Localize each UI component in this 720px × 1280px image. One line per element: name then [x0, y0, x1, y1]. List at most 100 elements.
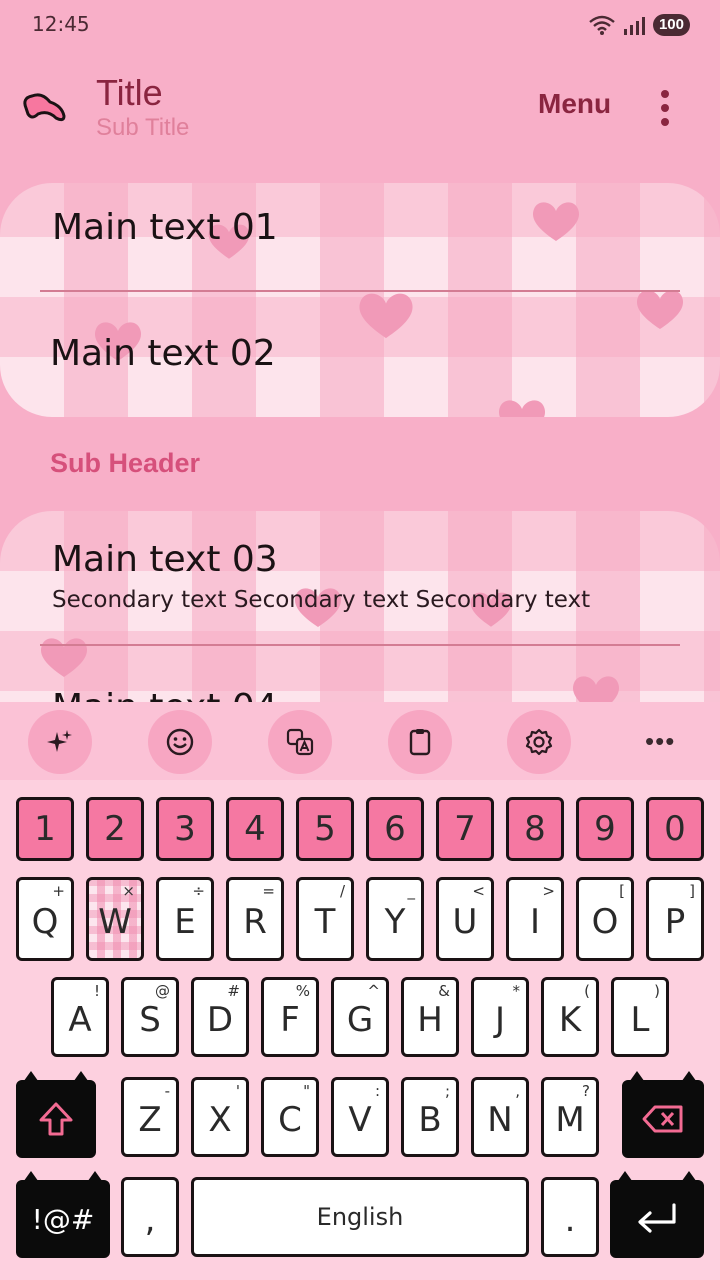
key-label: U [452, 902, 478, 942]
key-a[interactable]: ! A [51, 977, 109, 1057]
key-q[interactable]: + Q [16, 877, 74, 961]
key-9[interactable]: 9 [576, 797, 634, 861]
clipboard-icon [409, 729, 431, 756]
key-j[interactable]: * J [471, 977, 529, 1057]
key-l[interactable]: ) L [611, 977, 669, 1057]
key-u[interactable]: < U [436, 877, 494, 961]
key-n[interactable]: ,N [471, 1077, 529, 1157]
key-alt-label: [ [619, 882, 625, 900]
key-label: M [555, 1100, 585, 1140]
ai-sparkle-button[interactable] [28, 710, 92, 774]
key-label: 6 [384, 809, 406, 849]
battery-indicator: 100 [652, 14, 690, 36]
symbols-key[interactable]: !@# [16, 1171, 110, 1258]
key-label: 1 [34, 809, 56, 849]
key-label: Y [384, 902, 406, 942]
page-subtitle: Sub Title [96, 114, 190, 141]
space-key-label: English [316, 1203, 404, 1231]
key-alt-label: ; [444, 1082, 450, 1100]
key-o[interactable]: [O [576, 877, 634, 961]
key-alt-label: & [438, 982, 450, 1000]
key-1[interactable]: 1 [16, 797, 74, 861]
list-item-main-text[interactable]: Main text 01 [52, 207, 278, 248]
key-alt-label: / [339, 882, 345, 900]
back-arrow-icon [23, 93, 66, 122]
page-title: Title [96, 72, 163, 113]
key-label: 0 [664, 809, 686, 849]
key-alt-label: ( [584, 982, 590, 1000]
key-c[interactable]: " C [261, 1077, 319, 1157]
key-m[interactable]: ? M [541, 1077, 599, 1157]
key-label: A [68, 1000, 92, 1040]
key-p[interactable]: ] P [646, 877, 704, 961]
key-label: 3 [174, 809, 196, 849]
key-label: H [417, 1000, 443, 1040]
key-label: C [278, 1100, 302, 1140]
backspace-key[interactable] [622, 1071, 704, 1158]
key-s[interactable]: @ S [121, 977, 179, 1057]
list-item-main-text[interactable]: Main text 02 [50, 333, 276, 374]
keyboard-settings-button[interactable] [507, 710, 571, 774]
key-alt-label: ) [654, 982, 660, 1000]
key-k[interactable]: (K [541, 977, 599, 1057]
status-time: 12:45 [32, 12, 90, 36]
key-8[interactable]: 8 [506, 797, 564, 861]
key-f[interactable]: % F [261, 977, 319, 1057]
key-alt-label: ^ [367, 982, 380, 1000]
key-0[interactable]: 0 [646, 797, 704, 861]
period-key[interactable]: . [541, 1177, 599, 1257]
key-h[interactable]: & H [401, 977, 459, 1057]
key-label: Q [31, 902, 59, 942]
key-x[interactable]: ' X [191, 1077, 249, 1157]
translate-button[interactable] [268, 710, 332, 774]
key-i[interactable]: > I [506, 877, 564, 961]
key-alt-label: × [122, 882, 135, 900]
key-alt-label: ' [235, 1082, 240, 1100]
key-label: D [206, 1000, 234, 1040]
heart-decoration-icon [40, 638, 88, 677]
list-item-main-text[interactable]: Main text 03 [52, 539, 278, 580]
key-label: 7 [454, 809, 476, 849]
key-b[interactable]: ; B [401, 1077, 459, 1157]
key-7[interactable]: 7 [436, 797, 494, 861]
key-label: L [630, 1000, 650, 1040]
status-bar: 12:45 100 [0, 0, 720, 50]
key-label: Z [138, 1100, 162, 1140]
settings-icon [525, 728, 553, 756]
key-alt-label: " [303, 1082, 310, 1100]
key-6[interactable]: 6 [366, 797, 424, 861]
key-5[interactable]: 5 [296, 797, 354, 861]
comma-key[interactable]: , [121, 1177, 179, 1257]
more-options-button[interactable] [650, 88, 680, 128]
key-e[interactable]: ÷ E [156, 877, 214, 961]
emoji-button[interactable] [148, 710, 212, 774]
key-label: , [144, 1200, 156, 1240]
heart-decoration-icon [532, 202, 580, 241]
key-z[interactable]: -Z [121, 1077, 179, 1157]
key-v[interactable]: :V [331, 1077, 389, 1157]
back-button[interactable] [20, 84, 70, 128]
signal-icon [623, 17, 645, 35]
key-3[interactable]: 3 [156, 797, 214, 861]
shift-key[interactable] [16, 1071, 96, 1158]
space-key[interactable]: English [191, 1177, 529, 1257]
toolbar-more-button[interactable]: ••• [645, 726, 675, 757]
key-2[interactable]: 2 [86, 797, 144, 861]
clipboard-button[interactable] [388, 710, 452, 774]
heart-decoration-icon [359, 293, 413, 339]
key-r[interactable]: = R [226, 877, 284, 961]
key-g[interactable]: ^ G [331, 977, 389, 1057]
key-d[interactable]: # D [191, 977, 249, 1057]
divider [40, 644, 680, 646]
key-t[interactable]: / T [296, 877, 354, 961]
key-4[interactable]: 4 [226, 797, 284, 861]
key-alt-label: @ [155, 982, 170, 1000]
key-alt-label: + [52, 882, 65, 900]
enter-key[interactable] [610, 1171, 704, 1258]
key-y[interactable]: _ Y [366, 877, 424, 961]
app-bar: Title Sub Title Menu [0, 60, 720, 155]
key-alt-label: , [515, 1082, 520, 1100]
key-w[interactable]: × W [86, 877, 144, 961]
menu-button[interactable]: Menu [538, 88, 611, 120]
key-label: F [280, 1000, 300, 1040]
